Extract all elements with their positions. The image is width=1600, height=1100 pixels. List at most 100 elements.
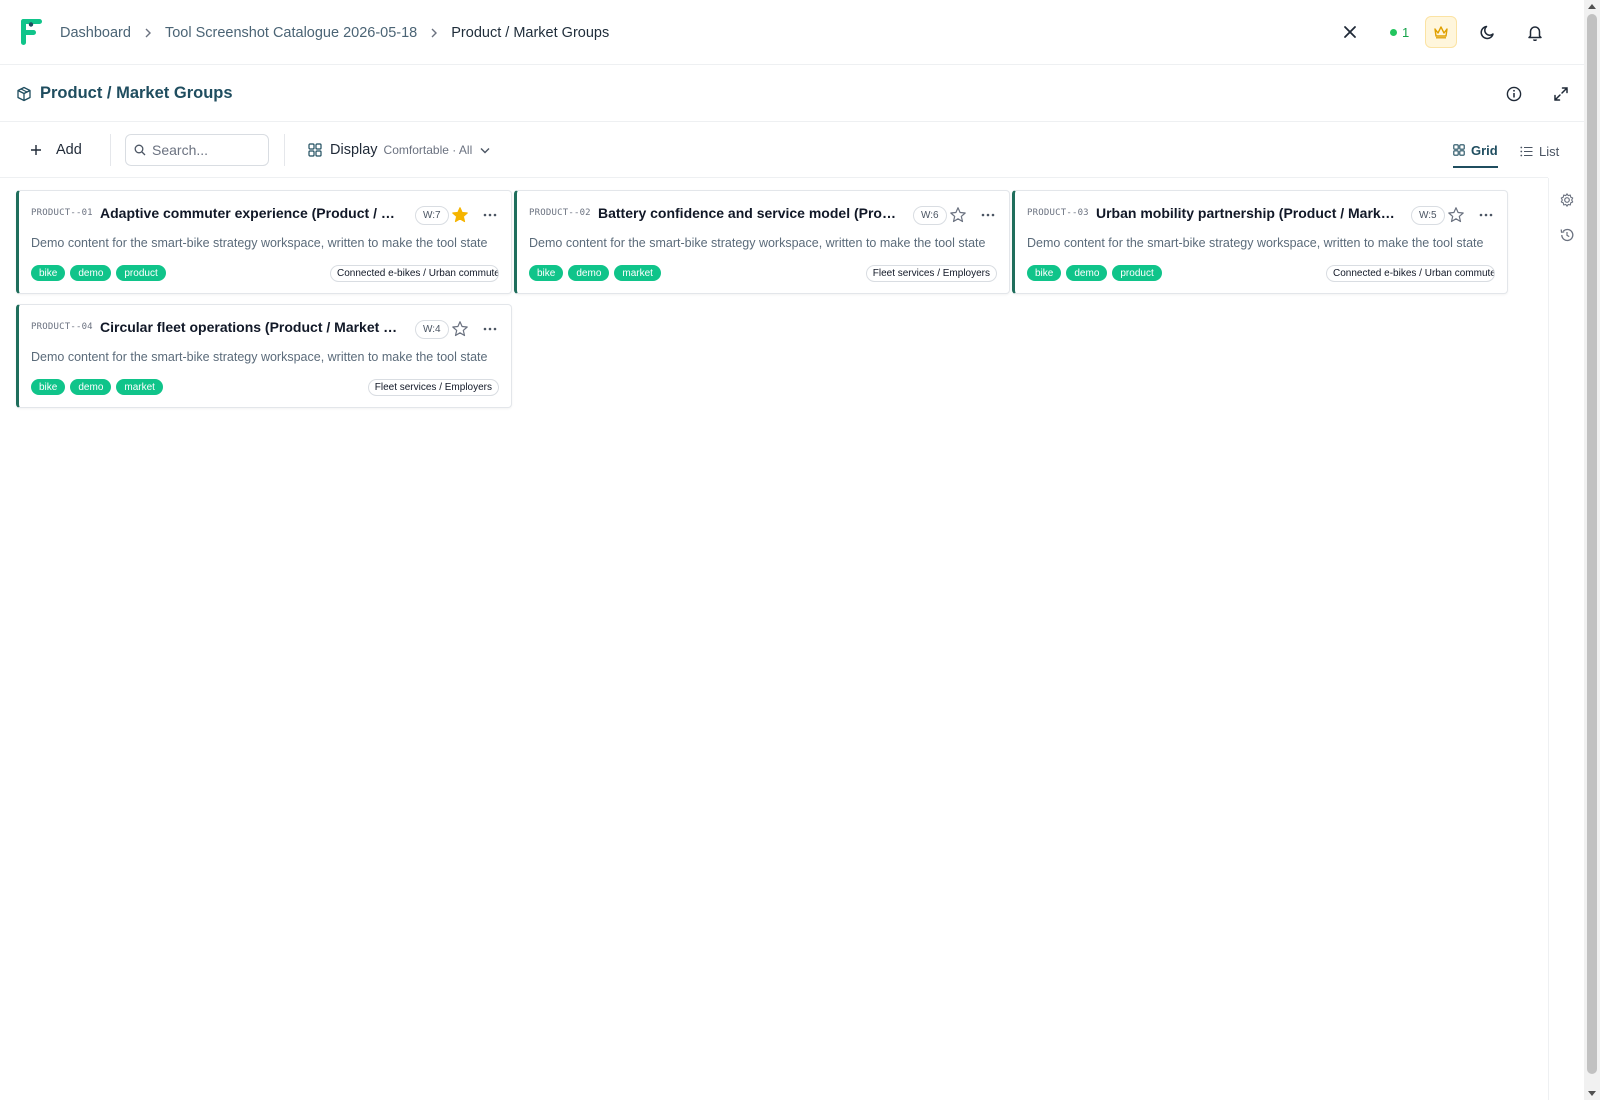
add-label: Add	[56, 142, 82, 158]
plus-icon	[30, 144, 42, 156]
theme-toggle-button[interactable]	[1472, 16, 1504, 48]
breadcrumb-dashboard[interactable]: Dashboard	[60, 25, 131, 41]
tag-list: bike demo market	[529, 265, 666, 281]
market-group-pill[interactable]: Connected e-bikes / Urban commuters	[330, 265, 499, 282]
top-bar: Dashboard Tool Screenshot Catalogue 2026…	[0, 0, 1584, 65]
card-title[interactable]: Battery confidence and service model (Pr…	[598, 205, 903, 221]
tag-pill[interactable]: demo	[1066, 265, 1108, 281]
tag-pill[interactable]: demo	[70, 265, 112, 281]
more-options-button[interactable]	[976, 205, 1000, 225]
weight-badge: W:6	[913, 206, 947, 225]
more-options-button[interactable]	[1474, 205, 1498, 225]
search-input[interactable]	[152, 142, 262, 158]
toolbar: Add Display Comfortable · All Grid List	[0, 122, 1559, 178]
page-header: Product / Market Groups	[0, 65, 1584, 122]
card-code: PRODUCT--04	[31, 322, 93, 332]
group-card[interactable]: PRODUCT--04 Circular fleet operations (P…	[16, 304, 512, 408]
expand-icon	[1554, 87, 1568, 101]
tag-pill[interactable]: bike	[529, 265, 564, 281]
weight-badge: W:5	[1411, 206, 1445, 225]
breadcrumb: Dashboard Tool Screenshot Catalogue 2026…	[60, 0, 609, 65]
tag-pill[interactable]: bike	[31, 265, 66, 281]
close-icon	[1344, 26, 1356, 38]
divider	[110, 134, 111, 166]
page-scrollbar[interactable]	[1584, 0, 1600, 1100]
more-options-button[interactable]	[478, 319, 502, 339]
scrollbar-thumb[interactable]	[1587, 14, 1597, 1074]
card-description: Demo content for the smart-bike strategy…	[31, 350, 488, 364]
crown-icon	[1434, 26, 1448, 39]
breadcrumb-catalogue[interactable]: Tool Screenshot Catalogue 2026-05-18	[165, 25, 417, 41]
moon-icon	[1480, 25, 1494, 40]
group-card[interactable]: PRODUCT--01 Adaptive commuter experience…	[16, 190, 512, 294]
close-button[interactable]	[1334, 16, 1366, 48]
view-tab-grid-label: Grid	[1471, 142, 1498, 158]
chevron-down-icon	[480, 147, 490, 154]
card-title[interactable]: Circular fleet operations (Product / Mar…	[100, 319, 405, 335]
card-description: Demo content for the smart-bike strategy…	[529, 236, 986, 250]
page-title: Product / Market Groups	[40, 84, 233, 102]
market-group-pill[interactable]: Connected e-bikes / Urban commuters	[1326, 265, 1495, 282]
tag-pill[interactable]: market	[116, 379, 163, 395]
display-label: Display	[330, 142, 378, 158]
top-actions: 1	[1284, 0, 1584, 65]
chevron-right-icon	[430, 27, 438, 39]
tag-pill[interactable]: demo	[568, 265, 610, 281]
display-options-button[interactable]: Display Comfortable · All	[308, 134, 490, 166]
tag-pill[interactable]: bike	[31, 379, 66, 395]
history-button[interactable]	[1558, 226, 1576, 244]
presence-indicator[interactable]: 1	[1390, 16, 1409, 48]
info-icon	[1506, 86, 1522, 102]
view-tab-grid[interactable]: Grid	[1453, 134, 1498, 168]
online-dot	[1390, 28, 1397, 36]
star-icon[interactable]	[451, 206, 469, 224]
tag-pill[interactable]: product	[1112, 265, 1162, 281]
tag-pill[interactable]: demo	[70, 379, 112, 395]
tag-pill[interactable]: market	[614, 265, 661, 281]
add-button[interactable]: Add	[30, 134, 82, 166]
group-card[interactable]: PRODUCT--02 Battery confidence and servi…	[514, 190, 1010, 294]
settings-button[interactable]	[1558, 191, 1576, 209]
card-description: Demo content for the smart-bike strategy…	[1027, 236, 1484, 250]
bell-icon	[1528, 25, 1542, 41]
market-group-pill[interactable]: Fleet services / Employers	[865, 265, 997, 282]
market-group-pill[interactable]: Fleet services / Employers	[367, 379, 499, 396]
grid-icon	[308, 143, 322, 157]
chevron-right-icon	[144, 27, 152, 39]
card-code: PRODUCT--01	[31, 208, 93, 218]
view-tab-list[interactable]: List	[1520, 134, 1559, 168]
fullscreen-button[interactable]	[1545, 78, 1577, 110]
list-icon	[1520, 146, 1533, 157]
tag-list: bike demo market	[31, 379, 168, 395]
search-icon	[134, 144, 146, 156]
card-description: Demo content for the smart-bike strategy…	[31, 236, 488, 250]
divider	[284, 134, 285, 166]
weight-badge: W:4	[415, 320, 449, 339]
tag-pill[interactable]: product	[116, 265, 166, 281]
scroll-up-arrow[interactable]	[1588, 4, 1596, 9]
group-card[interactable]: PRODUCT--03 Urban mobility partnership (…	[1012, 190, 1508, 294]
star-icon[interactable]	[1447, 206, 1465, 224]
premium-button[interactable]	[1425, 16, 1457, 48]
more-horizontal-icon	[981, 213, 995, 217]
weight-badge: W:7	[415, 206, 449, 225]
card-code: PRODUCT--02	[529, 208, 591, 218]
scroll-down-arrow[interactable]	[1588, 1091, 1596, 1096]
card-title[interactable]: Urban mobility partnership (Product / Ma…	[1096, 205, 1401, 221]
app-logo[interactable]	[20, 17, 44, 47]
tag-list: bike demo product	[31, 265, 171, 281]
more-horizontal-icon	[483, 213, 497, 217]
info-button[interactable]	[1498, 78, 1530, 110]
breadcrumb-current: Product / Market Groups	[451, 24, 610, 41]
more-options-button[interactable]	[478, 205, 502, 225]
more-horizontal-icon	[483, 327, 497, 331]
gear-icon	[1560, 193, 1574, 207]
display-summary: Comfortable · All	[383, 143, 473, 157]
tag-pill[interactable]: bike	[1027, 265, 1062, 281]
star-icon[interactable]	[451, 320, 469, 338]
tag-list: bike demo product	[1027, 265, 1167, 281]
card-title[interactable]: Adaptive commuter experience (Product / …	[100, 205, 405, 221]
grid-icon	[1453, 144, 1465, 156]
star-icon[interactable]	[949, 206, 967, 224]
notifications-button[interactable]	[1519, 16, 1551, 48]
